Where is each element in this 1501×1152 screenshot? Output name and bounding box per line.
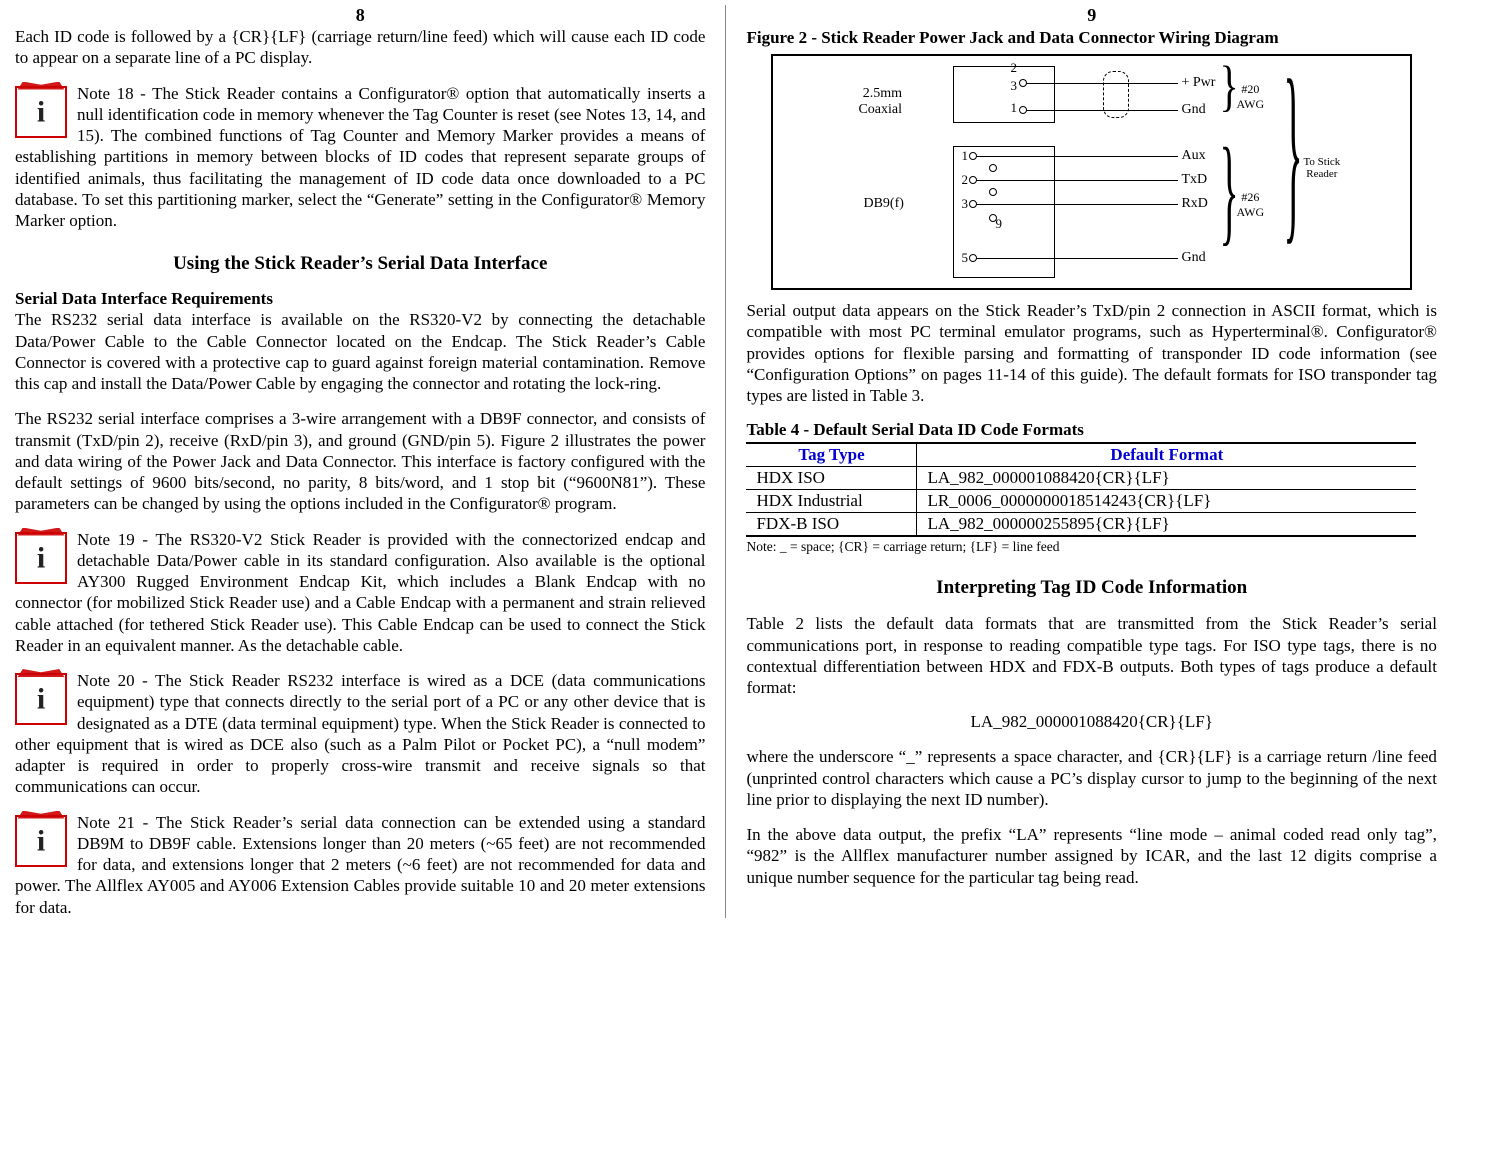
th-default-format: Default Format bbox=[917, 443, 1416, 467]
db9-label: DB9(f) bbox=[863, 196, 903, 212]
awg-20: #20 AWG bbox=[1236, 82, 1264, 112]
intro-paragraph: Each ID code is followed by a {CR}{LF} (… bbox=[15, 26, 705, 69]
above-output-paragraph: In the above data output, the prefix “LA… bbox=[746, 824, 1436, 888]
info-icon: i bbox=[15, 815, 67, 867]
pin-top-2: 2 bbox=[1010, 60, 1017, 76]
table-row: HDX ISO LA_982_000001088420{CR}{LF} bbox=[746, 467, 1416, 490]
note-19-text: Note 19 - The RS320-V2 Stick Reader is p… bbox=[15, 530, 705, 655]
sample-format: LA_982_000001088420{CR}{LF} bbox=[746, 712, 1436, 732]
heading-interpreting: Interpreting Tag ID Code Information bbox=[746, 577, 1436, 599]
where-paragraph: where the underscore “_” represents a sp… bbox=[746, 746, 1436, 810]
serial-output-paragraph: Serial output data appears on the Stick … bbox=[746, 300, 1436, 406]
table-4: Tag Type Default Format HDX ISO LA_982_0… bbox=[746, 442, 1416, 537]
awg-26: #26 AWG bbox=[1236, 190, 1264, 220]
table-4-caption: Table 4 - Default Serial Data ID Code Fo… bbox=[746, 420, 1436, 440]
note-18-text: Note 18 - The Stick Reader contains a Co… bbox=[15, 84, 705, 231]
note-21-text: Note 21 - The Stick Reader’s serial data… bbox=[15, 813, 705, 917]
heading-serial-interface: Using the Stick Reader’s Serial Data Int… bbox=[15, 253, 705, 275]
pin-top-3: 3 bbox=[1010, 78, 1017, 94]
page-left: 8 Each ID code is followed by a {CR}{LF}… bbox=[0, 5, 720, 918]
sig-gnd1: Gnd bbox=[1181, 102, 1205, 118]
page-number-left: 8 bbox=[15, 5, 705, 26]
pin-db-1: 1 bbox=[961, 148, 968, 164]
table2-paragraph: Table 2 lists the default data formats t… bbox=[746, 613, 1436, 698]
coax-label: 2.5mm Coaxial bbox=[858, 86, 902, 118]
interface-paragraph: The RS232 serial interface comprises a 3… bbox=[15, 408, 705, 514]
info-icon: i bbox=[15, 532, 67, 584]
pin-db-3: 3 bbox=[961, 196, 968, 212]
note-21: i Note 21 - The Stick Reader’s serial da… bbox=[15, 812, 705, 918]
pin-db-2: 2 bbox=[961, 172, 968, 188]
requirements-paragraph: The RS232 serial data interface is avail… bbox=[15, 309, 705, 394]
table-note: Note: _ = space; {CR} = carriage return;… bbox=[746, 539, 1436, 555]
column-divider bbox=[725, 5, 726, 918]
sig-pwr: + Pwr bbox=[1181, 75, 1215, 91]
sig-gnd2: Gnd bbox=[1181, 250, 1205, 266]
to-stick-reader: To Stick Reader bbox=[1303, 156, 1340, 180]
heading-requirements: Serial Data Interface Requirements bbox=[15, 289, 705, 309]
sig-txd: TxD bbox=[1181, 172, 1207, 188]
pin-top-1: 1 bbox=[1010, 100, 1017, 116]
table-row: FDX-B ISO LA_982_000000255895{CR}{LF} bbox=[746, 513, 1416, 537]
note-18: i Note 18 - The Stick Reader contains a … bbox=[15, 83, 705, 232]
note-20-text: Note 20 - The Stick Reader RS232 interfa… bbox=[15, 671, 705, 796]
page-right: 9 Figure 2 - Stick Reader Power Jack and… bbox=[731, 5, 1451, 918]
figure-2-caption: Figure 2 - Stick Reader Power Jack and D… bbox=[746, 28, 1436, 48]
info-icon: i bbox=[15, 673, 67, 725]
page-number-right: 9 bbox=[746, 5, 1436, 26]
sig-rxd: RxD bbox=[1181, 196, 1207, 212]
coax-connector-box bbox=[953, 66, 1055, 123]
info-icon: i bbox=[15, 86, 67, 138]
table-row: HDX Industrial LR_0006_0000000018514243{… bbox=[746, 490, 1416, 513]
pin-db-5: 5 bbox=[961, 250, 968, 266]
sig-aux: Aux bbox=[1181, 148, 1205, 164]
figure-2-diagram: 2.5mm Coaxial DB9(f) 2 3 1 1 2 3 9 5 + P… bbox=[771, 54, 1411, 290]
note-20: i Note 20 - The Stick Reader RS232 inter… bbox=[15, 670, 705, 798]
th-tag-type: Tag Type bbox=[746, 443, 917, 467]
note-19: i Note 19 - The RS320-V2 Stick Reader is… bbox=[15, 529, 705, 657]
